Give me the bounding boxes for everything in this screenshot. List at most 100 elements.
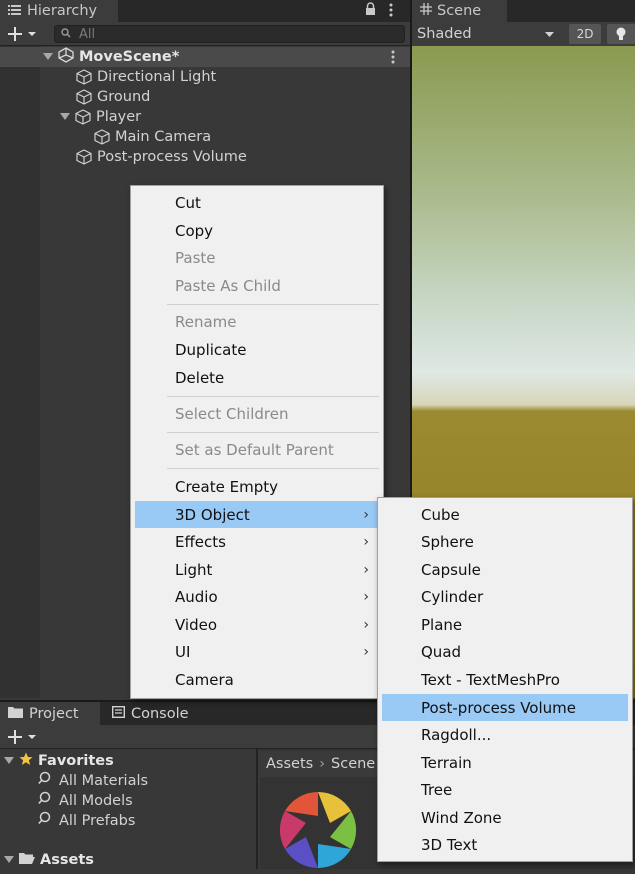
assets-folder[interactable]: Assets	[4, 850, 94, 870]
foldout-expanded-icon[interactable]	[4, 753, 14, 769]
favorite-item-label: All Prefabs	[59, 813, 136, 829]
tab-hierarchy[interactable]: Hierarchy	[0, 0, 118, 22]
menu-item-copy[interactable]: Copy	[135, 217, 379, 244]
project-tab-label: Project	[29, 705, 79, 722]
toggle-2d-label: 2D	[576, 27, 594, 41]
add-object-button[interactable]	[7, 26, 39, 46]
submenu-item-sphere[interactable]: Sphere	[382, 528, 628, 555]
menu-item-camera[interactable]: Camera	[135, 666, 379, 693]
unity-scene-icon	[58, 47, 74, 67]
submenu-item-terrain[interactable]: Terrain	[382, 749, 628, 776]
chevron-right-icon: ›	[363, 588, 369, 605]
menu-item-ui[interactable]: UI ›	[135, 638, 379, 665]
tab-console[interactable]: Console	[104, 702, 224, 725]
breadcrumb-scene[interactable]: Scene	[331, 756, 375, 772]
scene-root-item[interactable]: MoveScene*	[43, 47, 403, 67]
submenu-item-tree[interactable]: Tree	[382, 776, 628, 803]
favorites-folder[interactable]: Favorites	[4, 751, 114, 771]
menu-item-rename: Rename	[175, 312, 237, 331]
foldout-expanded-icon[interactable]	[4, 852, 14, 868]
gameobject-cube-icon	[76, 149, 92, 165]
hierarchy-item-label: Main Camera	[115, 129, 212, 145]
hierarchy-item-directional-light[interactable]: Directional Light	[76, 67, 216, 87]
menu-item-paste: Paste	[175, 248, 216, 267]
foldout-expanded-icon[interactable]	[43, 49, 53, 65]
search-icon	[38, 791, 54, 811]
hierarchy-item-player[interactable]: Player	[60, 107, 141, 127]
submenu-item-text-meshpro[interactable]: Text - TextMeshPro	[382, 666, 628, 693]
hierarchy-item-label: Ground	[97, 89, 151, 105]
console-tab-label: Console	[131, 705, 189, 722]
breadcrumb-separator-icon: ›	[319, 756, 326, 772]
submenu-item-ragdoll[interactable]: Ragdoll...	[382, 721, 628, 748]
search-icon	[38, 771, 54, 791]
submenu-item-3d-text[interactable]: 3D Text	[382, 831, 628, 858]
kebab-menu-icon[interactable]	[389, 3, 393, 21]
hierarchy-item-label: Post-process Volume	[97, 149, 247, 165]
search-placeholder: All	[79, 26, 96, 42]
submenu-item-quad[interactable]: Quad	[382, 638, 628, 665]
folder-open-icon	[19, 852, 35, 869]
create-asset-button[interactable]	[7, 729, 39, 749]
3d-object-submenu: Cube Sphere Capsule Cylinder Plane Quad …	[377, 497, 633, 862]
tab-project[interactable]: Project	[0, 702, 100, 725]
favorite-item-label: All Models	[59, 793, 133, 809]
gameobject-cube-icon	[76, 69, 92, 85]
menu-item-create-empty[interactable]: Create Empty	[135, 473, 379, 500]
grid-icon	[420, 3, 432, 19]
console-icon	[111, 705, 126, 722]
favorite-item-all-models[interactable]: All Models	[38, 791, 133, 811]
hierarchy-item-post-process-volume[interactable]: Post-process Volume	[76, 147, 247, 167]
chevron-right-icon: ›	[363, 506, 369, 523]
folder-icon	[8, 706, 23, 722]
tab-scene[interactable]: Scene	[412, 0, 507, 22]
submenu-item-cylinder[interactable]: Cylinder	[382, 583, 628, 610]
scene-options-icon[interactable]	[391, 50, 395, 68]
submenu-item-plane[interactable]: Plane	[382, 611, 628, 638]
scene-lighting-toggle[interactable]	[607, 24, 635, 44]
submenu-item-capsule[interactable]: Capsule	[382, 556, 628, 583]
menu-item-duplicate[interactable]: Duplicate	[135, 336, 379, 363]
breadcrumb-assets[interactable]: Assets	[266, 756, 313, 772]
submenu-item-wind-zone[interactable]: Wind Zone	[382, 804, 628, 831]
menu-item-cut[interactable]: Cut	[135, 189, 379, 216]
hierarchy-item-ground[interactable]: Ground	[76, 87, 150, 107]
hierarchy-item-main-camera[interactable]: Main Camera	[94, 127, 211, 147]
gameobject-cube-icon	[94, 129, 110, 145]
menu-separator	[167, 468, 379, 469]
chevron-right-icon: ›	[363, 561, 369, 578]
foldout-expanded-icon[interactable]	[60, 109, 70, 125]
favorite-item-all-materials[interactable]: All Materials	[38, 771, 148, 791]
menu-item-3d-object[interactable]: 3D Object ›	[135, 501, 379, 528]
favorite-item-all-prefabs[interactable]: All Prefabs	[38, 811, 135, 831]
hierarchy-search-input[interactable]: All	[54, 25, 405, 43]
post-process-profile-icon[interactable]	[278, 790, 358, 874]
chevron-right-icon: ›	[363, 616, 369, 633]
hierarchy-item-label: Player	[96, 109, 142, 125]
lock-icon[interactable]	[365, 2, 376, 20]
hierarchy-item-label: Directional Light	[97, 69, 217, 85]
star-icon	[19, 752, 33, 770]
menu-item-video[interactable]: Video ›	[135, 611, 379, 638]
gameobject-cube-icon	[75, 109, 91, 125]
gameobject-cube-icon	[76, 89, 92, 105]
submenu-item-post-process-volume[interactable]: Post-process Volume	[382, 694, 628, 721]
chevron-down-icon	[545, 26, 554, 42]
menu-item-audio[interactable]: Audio ›	[135, 583, 379, 610]
menu-item-set-default-parent: Set as Default Parent	[175, 440, 334, 459]
shading-mode-value: Shaded	[417, 26, 472, 42]
menu-item-light[interactable]: Light ›	[135, 556, 379, 583]
submenu-item-cube[interactable]: Cube	[382, 501, 628, 528]
assets-label: Assets	[40, 852, 94, 868]
menu-item-delete[interactable]: Delete	[135, 364, 379, 391]
shading-mode-dropdown[interactable]: Shaded	[412, 22, 562, 46]
menu-separator	[167, 396, 379, 397]
search-icon	[61, 27, 73, 42]
search-icon	[38, 811, 54, 831]
chevron-right-icon: ›	[363, 533, 369, 550]
menu-item-paste-as-child: Paste As Child	[175, 276, 281, 295]
favorites-label: Favorites	[38, 753, 114, 769]
scene-tab-label: Scene	[437, 3, 482, 19]
toggle-2d-button[interactable]: 2D	[569, 24, 601, 44]
menu-item-effects[interactable]: Effects ›	[135, 528, 379, 555]
